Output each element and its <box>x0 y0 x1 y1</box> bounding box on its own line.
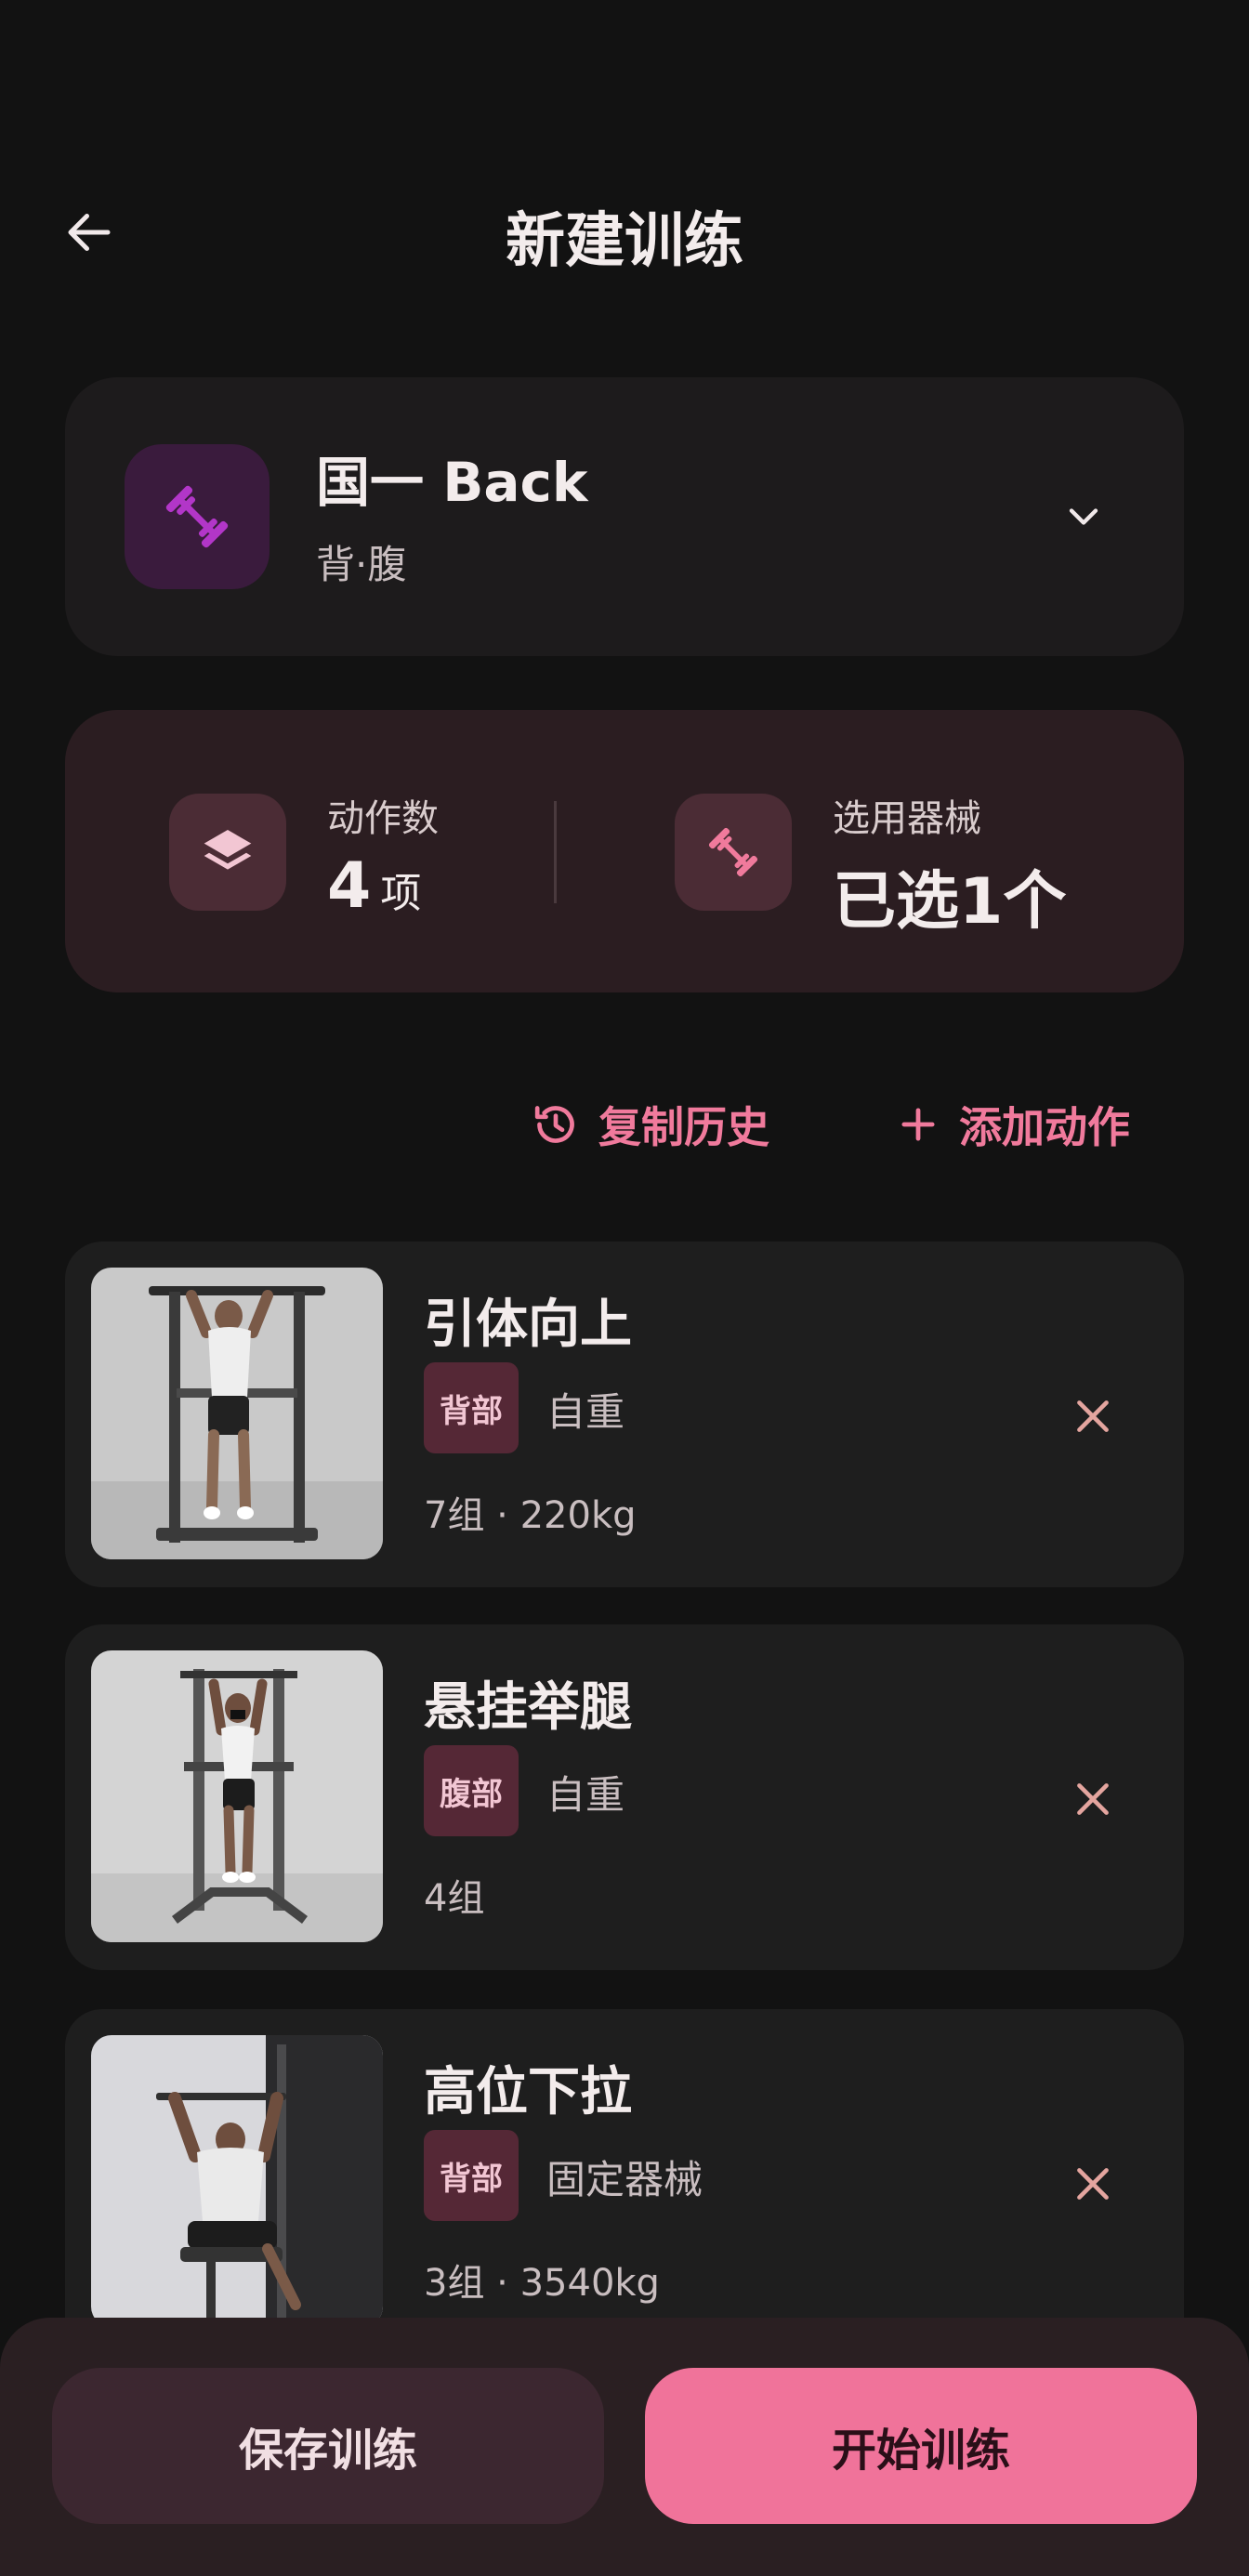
copy-history-label: 复制历史 <box>598 1102 769 1152</box>
start-workout-button[interactable]: 开始训练 <box>645 2368 1197 2524</box>
exercise-sets-weight: 4组 <box>424 1877 485 1920</box>
exercise-sets-weight: 3组 · 3540kg <box>424 2262 660 2305</box>
exercise-card[interactable]: 悬挂举腿 腹部 自重 4组 <box>65 1624 1184 1970</box>
remove-exercise-button[interactable] <box>1058 1764 1128 1834</box>
exercise-card[interactable]: 高位下拉 背部 固定器械 3组 · 3540kg <box>65 2009 1184 2355</box>
muscle-tag: 背部 <box>424 2130 519 2221</box>
plan-dropdown-button[interactable] <box>1048 481 1119 552</box>
history-icon <box>534 1106 574 1143</box>
exercise-count-value: 4项 <box>327 849 421 923</box>
exercise-name: 高位下拉 <box>424 2062 632 2123</box>
exercise-name: 引体向上 <box>424 1295 632 1355</box>
equipment-value: 已选1个 <box>833 865 1067 939</box>
plan-icon-container <box>125 444 270 589</box>
close-icon <box>1077 1783 1109 1815</box>
close-icon <box>1077 2168 1109 2200</box>
equipment-type: 自重 <box>546 1389 625 1435</box>
plus-icon <box>901 1108 935 1141</box>
remove-exercise-button[interactable] <box>1058 2149 1128 2219</box>
equipment-icon-container <box>675 794 792 911</box>
dumbbell-icon <box>165 485 229 548</box>
header: 新建训练 <box>0 167 1249 297</box>
layers-icon <box>204 830 252 870</box>
equipment-type: 固定器械 <box>546 2157 703 2202</box>
chevron-down-icon <box>1069 508 1098 525</box>
page-title: 新建训练 <box>506 207 743 276</box>
plan-body-parts: 背·腹 <box>316 542 407 587</box>
exercise-thumbnail <box>91 1650 383 1942</box>
exercise-sets-weight: 7组 · 220kg <box>424 1494 637 1537</box>
equipment-type: 自重 <box>546 1772 625 1818</box>
stats-card: 动作数 4项 选用器械 已选1个 <box>65 710 1184 992</box>
stats-divider <box>554 801 557 903</box>
exercise-thumbnail <box>91 2035 383 2327</box>
muscle-tag: 腹部 <box>424 1745 519 1836</box>
exercise-count-number: 4 <box>327 849 372 923</box>
add-exercise-button[interactable]: 添加动作 <box>894 1089 1130 1160</box>
exercise-thumbnail <box>91 1268 383 1559</box>
close-icon <box>1077 1400 1109 1432</box>
equipment-label: 选用器械 <box>833 797 981 840</box>
save-workout-button[interactable]: 保存训练 <box>52 2368 604 2524</box>
exercise-name: 悬挂举腿 <box>424 1677 632 1738</box>
dumbbell-icon <box>708 827 758 877</box>
exercise-count-icon-container <box>169 794 286 911</box>
add-exercise-label: 添加动作 <box>959 1102 1130 1152</box>
exercise-card[interactable]: 引体向上 背部 自重 7组 · 220kg <box>65 1242 1184 1587</box>
copy-history-button[interactable]: 复制历史 <box>530 1089 769 1160</box>
remove-exercise-button[interactable] <box>1058 1381 1128 1452</box>
muscle-tag: 背部 <box>424 1362 519 1453</box>
exercise-count-label: 动作数 <box>327 797 439 840</box>
exercise-count-unit: 项 <box>380 870 422 917</box>
plan-name: 国一 Back <box>316 451 588 514</box>
bottom-action-bar: 保存训练 开始训练 <box>0 2318 1249 2576</box>
plan-selector-card[interactable]: 国一 Back 背·腹 <box>65 377 1184 656</box>
